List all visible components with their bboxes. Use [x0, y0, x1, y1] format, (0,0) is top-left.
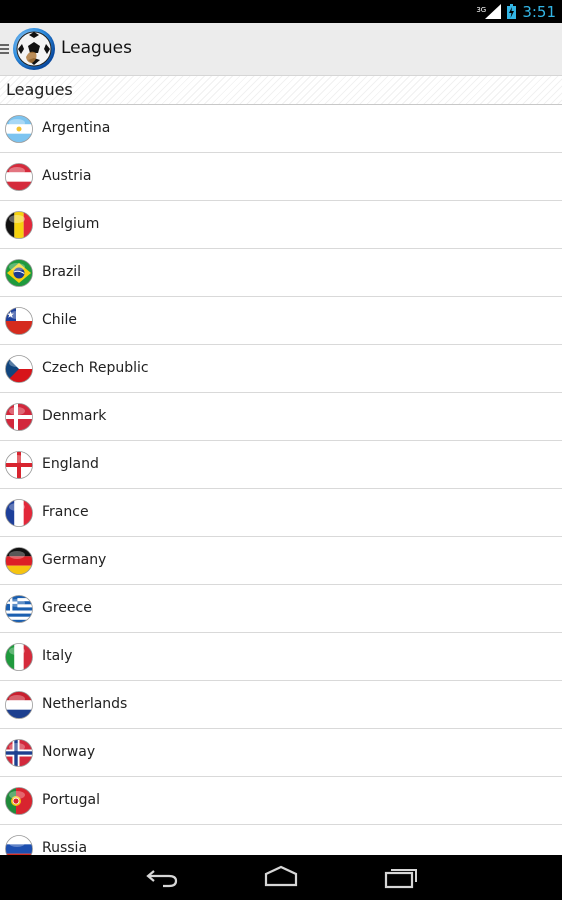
- list-item-russia[interactable]: Russia: [0, 825, 562, 855]
- soccer-ball-logo-icon[interactable]: [12, 27, 56, 71]
- list-item-germany[interactable]: Germany: [0, 537, 562, 585]
- list-item-denmark[interactable]: Denmark: [0, 393, 562, 441]
- list-item-argentina[interactable]: Argentina: [0, 105, 562, 153]
- netherlands-flag-icon: [5, 691, 33, 719]
- list-item-chile[interactable]: Chile: [0, 297, 562, 345]
- country-name: Norway: [42, 744, 96, 760]
- list-item-belgium[interactable]: Belgium: [0, 201, 562, 249]
- list-item-greece[interactable]: Greece: [0, 585, 562, 633]
- list-item-portugal[interactable]: Portugal: [0, 777, 562, 825]
- country-name: England: [42, 456, 99, 472]
- argentina-flag-icon: [5, 115, 33, 143]
- country-name: Belgium: [42, 216, 100, 232]
- battery-charging-icon: [507, 4, 517, 19]
- network-type: 3G: [476, 6, 487, 14]
- country-name: Portugal: [42, 792, 100, 808]
- denmark-flag-icon: [5, 403, 33, 431]
- drawer-menu-icon[interactable]: [0, 41, 9, 57]
- country-name: Italy: [42, 648, 73, 664]
- greece-flag-icon: [5, 595, 33, 623]
- home-icon[interactable]: [264, 865, 298, 889]
- france-flag-icon: [5, 499, 33, 527]
- belgium-flag-icon: [5, 211, 33, 239]
- country-name: Argentina: [42, 120, 111, 136]
- country-name: Greece: [42, 600, 92, 616]
- country-name: Czech Republic: [42, 360, 149, 376]
- list-item-norway[interactable]: Norway: [0, 729, 562, 777]
- section-title: Leagues: [6, 80, 73, 99]
- system-navigation-bar: [0, 855, 562, 900]
- list-item-brazil[interactable]: Brazil: [0, 249, 562, 297]
- list-item-italy[interactable]: Italy: [0, 633, 562, 681]
- status-bar: 3G 3:51: [0, 0, 562, 23]
- recent-apps-icon[interactable]: [384, 865, 418, 889]
- list-item-france[interactable]: France: [0, 489, 562, 537]
- list-item-england[interactable]: England: [0, 441, 562, 489]
- country-name: Denmark: [42, 408, 107, 424]
- clock: 3:51: [522, 2, 556, 21]
- italy-flag-icon: [5, 643, 33, 671]
- brazil-flag-icon: [5, 259, 33, 287]
- country-name: France: [42, 504, 89, 520]
- country-name: Russia: [42, 840, 88, 855]
- list-item-austria[interactable]: Austria: [0, 153, 562, 201]
- country-name: Germany: [42, 552, 107, 568]
- england-flag-icon: [5, 451, 33, 479]
- list-item-netherlands[interactable]: Netherlands: [0, 681, 562, 729]
- country-name: Brazil: [42, 264, 82, 280]
- russia-flag-icon: [5, 835, 33, 855]
- action-bar: Leagues: [0, 23, 562, 76]
- leagues-list[interactable]: Argentina Austria Belgium Brazil Chile C…: [0, 105, 562, 855]
- section-header: Leagues: [0, 76, 562, 105]
- czech-republic-flag-icon: [5, 355, 33, 383]
- country-name: Chile: [42, 312, 78, 328]
- germany-flag-icon: [5, 547, 33, 575]
- portugal-flag-icon: [5, 787, 33, 815]
- back-icon[interactable]: [145, 865, 179, 889]
- signal-icon: 3G: [476, 4, 502, 19]
- country-name: Austria: [42, 168, 92, 184]
- norway-flag-icon: [5, 739, 33, 767]
- list-item-czech-republic[interactable]: Czech Republic: [0, 345, 562, 393]
- austria-flag-icon: [5, 163, 33, 191]
- status-icons: 3G 3:51: [476, 0, 556, 23]
- app-title: Leagues: [61, 38, 132, 58]
- chile-flag-icon: [5, 307, 33, 335]
- country-name: Netherlands: [42, 696, 128, 712]
